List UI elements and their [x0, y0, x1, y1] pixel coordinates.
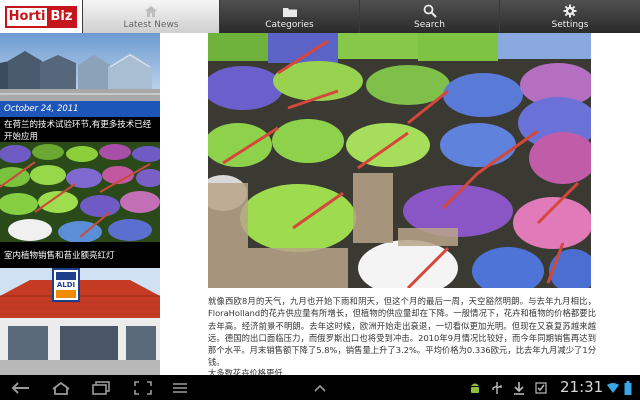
home-icon — [52, 381, 70, 395]
article-body: 就像西欧8月的天气，九月也开始下雨和阴天，但这个月的最后一周，天空豁然明朗。与去… — [208, 296, 596, 368]
article-view[interactable]: 就像西欧8月的天气，九月也开始下雨和阴天，但这个月的最后一周，天空豁然明朗。与去… — [160, 33, 640, 375]
hortibiz-app: Horti Biz Latest News Categories Search — [0, 0, 640, 400]
screenshot-icon — [134, 380, 152, 395]
back-icon — [11, 381, 29, 394]
hortibiz-logo[interactable]: Horti Biz — [0, 0, 82, 33]
battery-indicator[interactable] — [622, 375, 634, 400]
usb-notification[interactable] — [488, 375, 506, 400]
news-title: 室内植物销售和苔业额亮红灯 — [0, 242, 160, 268]
back-button[interactable] — [8, 375, 34, 400]
chevron-up-icon — [314, 384, 326, 392]
download-icon — [514, 381, 524, 395]
home-button[interactable] — [46, 375, 76, 400]
usb-icon — [492, 381, 502, 394]
show-notifications-button[interactable] — [308, 375, 332, 400]
battery-icon — [624, 380, 632, 395]
recent-apps-icon — [92, 380, 110, 395]
status-clock[interactable]: 21:31 — [560, 378, 603, 396]
news-item[interactable]: 室内植物销售和苔业额亮红灯 — [0, 142, 160, 268]
home-icon — [145, 6, 157, 17]
action-bar: Horti Biz Latest News Categories Search — [0, 0, 640, 33]
search-icon — [423, 4, 437, 18]
news-title: 在荷兰的技术试验环节,有更多技术已经开始应用 — [0, 117, 160, 142]
news-thumbnail-aldi-store: ALDI — [0, 268, 160, 375]
tab-categories-label: Categories — [265, 20, 314, 30]
screenshot-button[interactable] — [130, 375, 156, 400]
news-thumbnail-flowers — [0, 142, 160, 242]
tab-latest-news-label: Latest News — [123, 20, 179, 30]
menu-button[interactable] — [168, 375, 192, 400]
system-bar: 21:31 — [0, 375, 640, 400]
tab-settings-label: Settings — [551, 20, 589, 30]
news-list[interactable]: October 24, 2011 在荷兰的技术试验环节,有更多技术已经开始应用 — [0, 33, 160, 375]
news-thumbnail-greenhouse — [0, 33, 160, 101]
wifi-indicator[interactable] — [606, 375, 620, 400]
folder-icon — [282, 8, 297, 17]
recent-apps-button[interactable] — [88, 375, 114, 400]
news-item[interactable]: ALDI — [0, 268, 160, 375]
download-notification[interactable] — [510, 375, 528, 400]
tab-search-label: Search — [414, 20, 445, 30]
menu-icon — [173, 382, 187, 393]
aldi-sign-text: ALDI — [57, 281, 75, 289]
wifi-icon — [607, 382, 619, 393]
article-hero-image — [208, 33, 591, 288]
tab-categories[interactable]: Categories — [219, 0, 359, 33]
tab-search[interactable]: Search — [359, 0, 499, 33]
checkbox-icon — [535, 381, 547, 394]
android-notification[interactable] — [466, 375, 484, 400]
gear-icon — [563, 4, 577, 18]
article-subheading: 大多数花卉价格更低 — [208, 368, 283, 375]
android-icon — [471, 383, 479, 393]
checkbox-notification[interactable] — [532, 375, 550, 400]
news-item[interactable]: October 24, 2011 在荷兰的技术试验环节,有更多技术已经开始应用 — [0, 33, 160, 142]
news-date: October 24, 2011 — [0, 101, 160, 117]
tab-latest-news[interactable]: Latest News — [82, 0, 219, 33]
tab-settings[interactable]: Settings — [499, 0, 640, 33]
logo-text-biz: Biz — [47, 7, 76, 26]
logo-text-horti: Horti — [6, 7, 48, 26]
